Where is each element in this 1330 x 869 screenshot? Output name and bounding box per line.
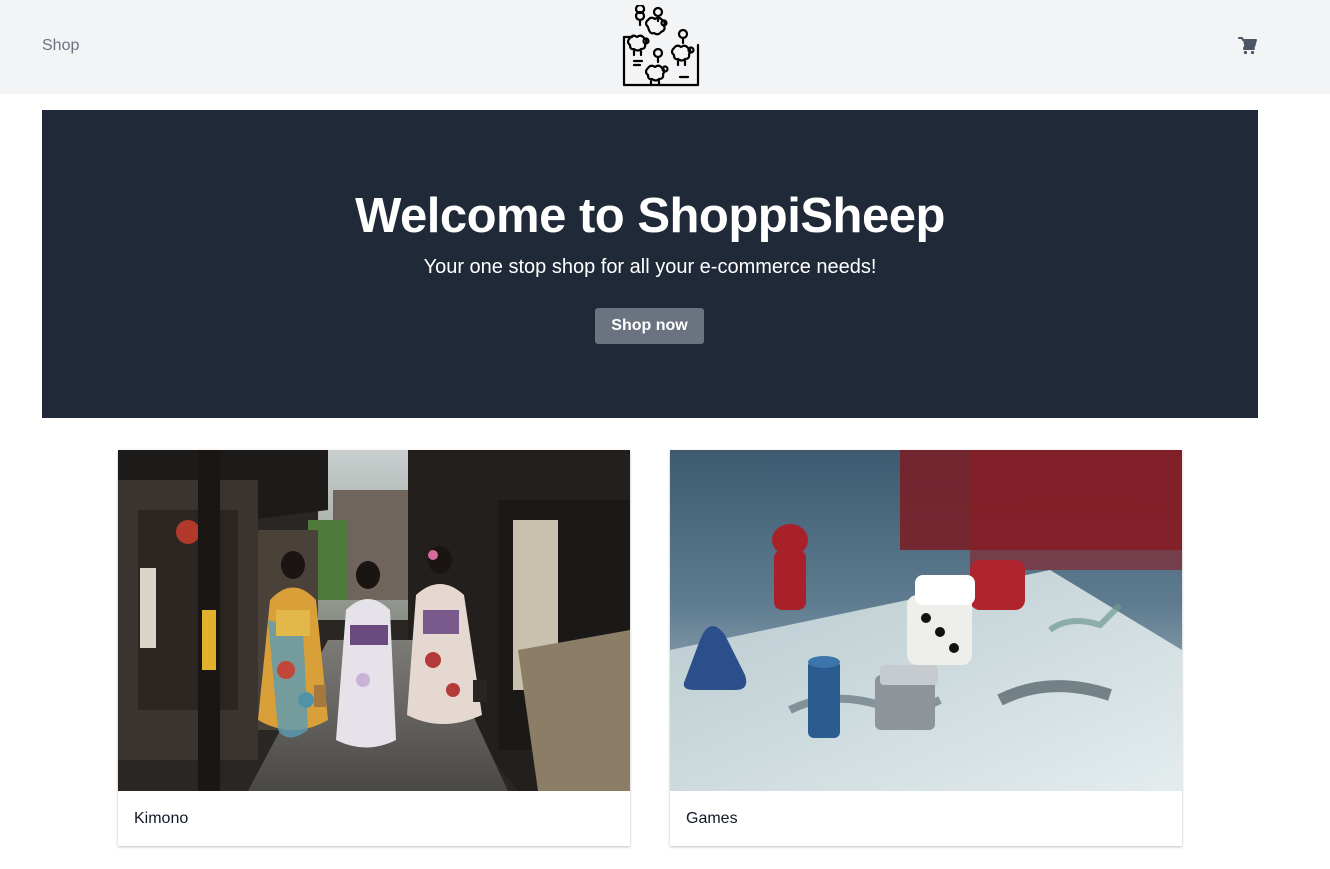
category-label: Games <box>686 810 738 827</box>
hero-subtitle: Your one stop shop for all your e-commer… <box>423 256 877 278</box>
shop-now-button[interactable]: Shop now <box>595 308 704 344</box>
top-navbar: Shop <box>0 0 1330 94</box>
kimono-street-photo <box>118 450 630 791</box>
category-label: Kimono <box>134 810 189 827</box>
category-card-kimono[interactable]: Kimono <box>118 450 630 846</box>
sheep-map-logo-icon[interactable] <box>618 3 702 89</box>
category-card-games[interactable]: Games <box>670 450 1182 846</box>
shopping-cart-icon[interactable] <box>1238 36 1258 56</box>
hero-title: Welcome to ShoppiSheep <box>355 189 945 243</box>
hero-banner: Welcome to ShoppiSheep Your one stop sho… <box>42 110 1258 418</box>
nav-link-shop[interactable]: Shop <box>42 37 79 55</box>
board-game-dice-photo <box>670 450 1182 791</box>
